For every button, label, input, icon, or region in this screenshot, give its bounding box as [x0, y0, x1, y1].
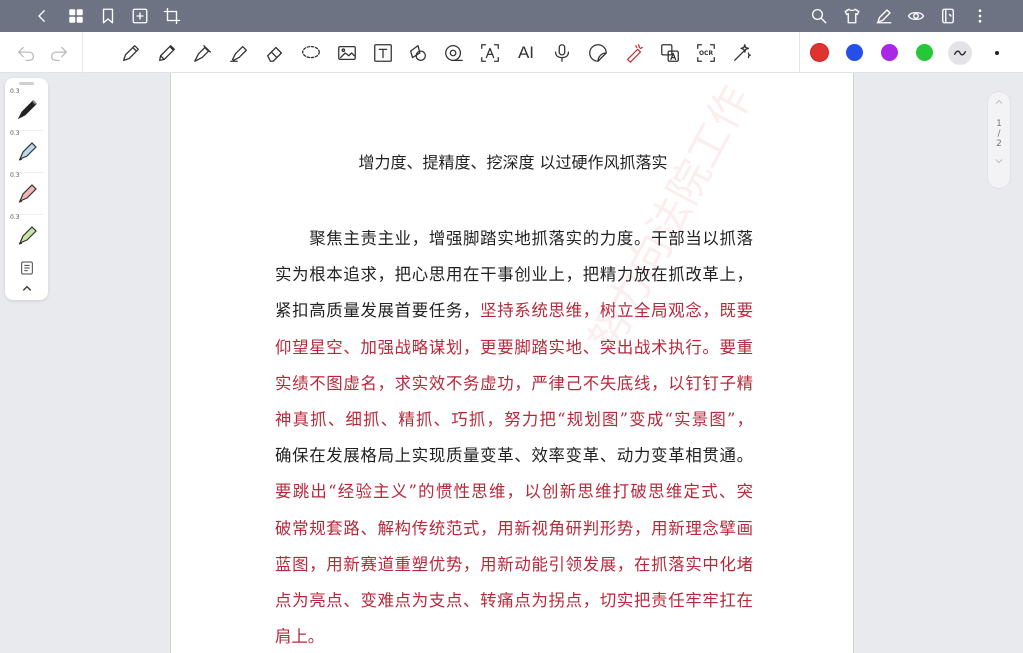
text-recognition-icon[interactable] [478, 41, 502, 65]
text-line: 仰望星空、加强战略谋划，更要脚踏实地、突出战术执行。要重 [275, 330, 753, 366]
collapse-icon[interactable] [19, 280, 35, 296]
pen-icon [17, 100, 37, 120]
text-line: 紧扣高质量发展首要任务，坚持系统思维，树立全局观念，既要 [275, 293, 753, 329]
text-line: 实为根本追求，把心思用在干事创业上，把精力放在抓改革上， [275, 257, 753, 293]
top-bar [0, 0, 1023, 32]
document-page[interactable]: 努力向法院工作 增力度、提精度、挖深度 以过硬作风抓落实 聚焦主责主业，增强脚踏… [170, 73, 854, 653]
magic-icon[interactable] [730, 41, 754, 65]
highlighter-preset-blue[interactable]: 0.3 [7, 130, 47, 170]
text-segment: 紧扣高质量发展首要任务， [275, 301, 481, 321]
total-pages: 2 [996, 139, 1002, 149]
crop-icon[interactable] [162, 6, 182, 26]
highlighted-text: 仰望星空、加强战略谋划，更要脚踏实地、突出战术执行。要重 [275, 337, 753, 357]
text-line: 聚焦主责主业，增强脚踏实地抓落实的力度。干部当以抓落 [275, 221, 753, 257]
highlighted-text: 破常规套路、解构传统范式，用新视角研判形势，用新理念擘画 [275, 518, 753, 538]
text-line: 实绩不图虚名，求实效不务虚功，严律己不失底线，以钉钉子精 [275, 366, 753, 402]
highlighted-text: 实绩不图虚名，求实效不务虚功，严律己不失底线，以钉钉子精 [275, 373, 753, 393]
notebook-icon[interactable] [938, 6, 958, 26]
ai-icon[interactable]: AI [514, 41, 538, 65]
highlighted-text: 要跳出“经验主义”的惯性思维，以创新思维打破思维定式、突 [275, 482, 753, 502]
tool-bar: AI OCR [0, 32, 1023, 73]
pen-icon[interactable] [119, 41, 143, 65]
pen-quick-bar: 0.3 0.3 0.3 0.3 [5, 78, 48, 300]
text-box-icon[interactable] [371, 41, 395, 65]
page-up-icon[interactable] [988, 96, 1010, 111]
fountain-pen-icon[interactable] [191, 41, 215, 65]
shape-icon[interactable] [406, 41, 430, 65]
highlighter-preset-green[interactable]: 0.3 [7, 214, 47, 254]
more-icon[interactable] [970, 6, 990, 26]
eraser-icon[interactable] [263, 41, 287, 65]
color-red[interactable] [811, 44, 828, 61]
highlighted-text: 神真抓、细抓、精抓、巧抓，努力把“规划图”变成“实景图”， [275, 409, 753, 429]
sticker-icon[interactable] [586, 41, 610, 65]
page-down-icon[interactable] [988, 155, 1010, 170]
stroke-size-dot[interactable] [995, 51, 999, 55]
text-line: 神真抓、细抓、精抓、巧抓，努力把“规划图”变成“实景图”， [275, 402, 753, 438]
highlighter-icon[interactable] [227, 41, 251, 65]
highlighter-icon [18, 226, 37, 245]
eye-icon[interactable] [906, 6, 926, 26]
pen-settings-icon[interactable] [19, 260, 35, 276]
pen-preset-black[interactable]: 0.3 [7, 88, 47, 128]
undo-icon[interactable] [14, 41, 38, 65]
translate-icon[interactable] [658, 41, 682, 65]
color-purple[interactable] [881, 44, 898, 61]
highlighted-text: 蓝图，用新赛道重塑优势，用新动能引领发展，在抓落实中化堵 [275, 554, 753, 574]
page-indicator[interactable]: 1 / 2 [987, 91, 1011, 189]
document-body: 聚焦主责主业，增强脚踏实地抓落实的力度。干部当以抓落 实为根本追求，把心思用在干事… [275, 221, 753, 653]
page-separator: / [997, 129, 1001, 139]
back-icon[interactable] [32, 6, 52, 26]
microphone-icon[interactable] [550, 41, 574, 65]
highlighter-icon [18, 142, 37, 161]
pencil-icon[interactable] [155, 41, 179, 65]
redo-icon[interactable] [47, 41, 71, 65]
current-page: 1 [996, 119, 1002, 129]
grid-icon[interactable] [66, 6, 86, 26]
highlighted-text: 肩上。 [275, 627, 325, 647]
text-line: 肩上。 [275, 619, 753, 653]
tape-icon[interactable] [442, 41, 466, 65]
image-icon[interactable] [335, 41, 359, 65]
text-line: 蓝图，用新赛道重塑优势，用新动能引领发展，在抓落实中化堵 [275, 547, 753, 583]
text-segment: 聚焦主责主业，增强脚踏实地抓落实的力度。干部当以抓落 [275, 229, 753, 248]
color-green[interactable] [916, 44, 933, 61]
search-icon[interactable] [809, 6, 829, 26]
highlighter-icon [18, 184, 37, 203]
laser-pointer-icon[interactable] [622, 41, 646, 65]
highlighter-preset-pink[interactable]: 0.3 [7, 172, 47, 212]
shirt-icon[interactable] [842, 6, 862, 26]
document-title: 增力度、提精度、挖深度 以过硬作风抓落实 [358, 153, 668, 172]
text-line: 要跳出“经验主义”的惯性思维，以创新思维打破思维定式、突 [275, 474, 753, 510]
text-line: 确保在发展格局上实现质量变革、效率变革、动力变革相贯通。 [275, 438, 753, 474]
highlighted-text: 点为亮点、变难点为支点、转痛点为拐点，切实把责任牢牢扛在 [275, 590, 753, 610]
bookmark-icon[interactable] [98, 6, 118, 26]
text-line: 点为亮点、变难点为支点、转痛点为拐点，切实把责任牢牢扛在 [275, 583, 753, 619]
ocr-icon[interactable]: OCR [694, 41, 718, 65]
text-line: 破常规套路、解构传统范式，用新视角研判形势，用新理念擘画 [275, 511, 753, 547]
pen-edit-icon[interactable] [874, 6, 894, 26]
lasso-icon[interactable] [299, 41, 323, 65]
stroke-style-button[interactable] [948, 41, 972, 65]
text-segment: 实为根本追求，把心思用在干事创业上，把精力放在抓改革上， [275, 265, 753, 285]
highlighted-text: 坚持系统思维，树立全局观念，既要 [480, 301, 754, 321]
add-page-icon[interactable] [130, 6, 150, 26]
drag-handle[interactable] [19, 82, 34, 85]
text-segment: 确保在发展格局上实现质量变革、效率变革、动力变革相贯通。 [275, 446, 753, 466]
color-blue[interactable] [846, 44, 863, 61]
